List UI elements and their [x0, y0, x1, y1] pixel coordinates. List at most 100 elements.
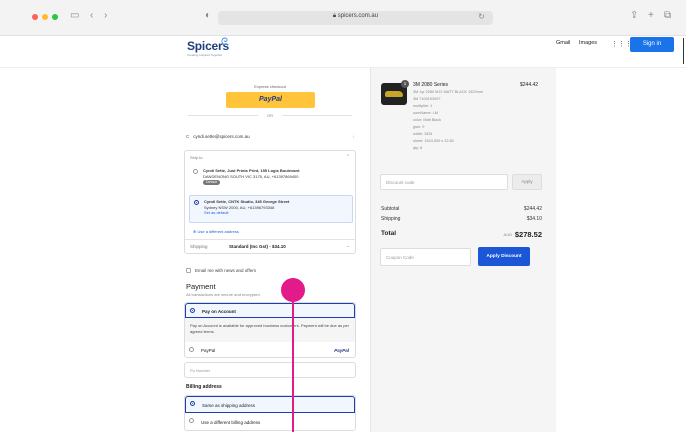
product-detail: uomName: LM	[413, 111, 438, 115]
quantity-badge: 1	[401, 80, 409, 88]
address-bar[interactable]: 🔒︎ spicers.com.au ↻	[218, 11, 493, 25]
ship-to-label: Ship to	[190, 155, 203, 160]
paypal-radio[interactable]	[189, 347, 194, 352]
subtotal-value: $244.42	[523, 206, 542, 212]
product-details: 3M 1yr 2080 M12 MATT BLACK 1520mm 3M 710…	[413, 89, 483, 152]
paypal-option[interactable]: PayPal PayPal	[185, 343, 355, 358]
apply-discount-button[interactable]: Apply Discount	[478, 247, 530, 266]
product-name: 3M 2080 Series	[413, 82, 449, 88]
billing-same-radio[interactable]	[190, 401, 195, 406]
lock-icon: 🔒︎	[332, 13, 337, 19]
po-number-field[interactable]: Po Number	[184, 362, 356, 378]
discount-code-placeholder: Discount code	[386, 180, 415, 185]
shipping-method-select[interactable]: Shipping Standard (Inc Gst) - $34.10 ⌄	[185, 239, 355, 253]
account-initial: C	[186, 134, 190, 139]
shipping-summary-label: Shipping	[381, 216, 401, 222]
product-detail: sheet: 1524.000 x 22.80	[413, 139, 454, 143]
total-row: Total AUD $278.52	[381, 230, 542, 239]
reload-icon[interactable]: ↻	[478, 12, 485, 21]
billing-different-radio[interactable]	[189, 418, 194, 423]
paypal-express-button[interactable]: PayPal	[226, 92, 315, 108]
sidebar-icon[interactable]: ▭	[70, 10, 79, 21]
forward-icon[interactable]: ›	[104, 10, 107, 21]
url-text: spicers.com.au	[337, 13, 379, 19]
account-email: cyndi.sette@spicers.com.au	[193, 134, 250, 139]
email-optin-label: Email me with news and offers	[195, 268, 256, 273]
payment-methods: Pay on Account Pay on Account is availab…	[184, 302, 356, 358]
sign-in-button[interactable]: Sign in	[630, 37, 674, 52]
address-radio[interactable]	[193, 169, 198, 174]
total-value: $278.52	[514, 230, 542, 239]
coupon-code-input[interactable]: Coupon Code	[380, 248, 471, 266]
total-label: Total	[381, 230, 397, 237]
back-icon[interactable]: ‹	[90, 10, 93, 21]
billing-options: Same as shipping address Use a different…	[184, 395, 356, 431]
address-option[interactable]: Cyndi Sette, Just Prints Print, 155 Logi…	[189, 165, 353, 191]
car-image-icon	[385, 91, 403, 97]
gmail-link[interactable]: Gmail	[556, 40, 570, 46]
more-options-icon[interactable]: ⋮	[352, 134, 357, 140]
ship-to-section: Ship to ⌃ Cyndi Sette, Just Prints Print…	[184, 150, 356, 254]
subtotal-label: Subtotal	[381, 206, 400, 212]
tab-overview-icon[interactable]: ⧉	[664, 10, 671, 21]
email-optin[interactable]: Email me with news and offers	[186, 268, 256, 273]
product-detail: 3M 1yr 2080 M12 MATT BLACK 1520mm	[413, 90, 483, 94]
apply-button[interactable]: Apply	[512, 174, 542, 190]
shipping-value: Standard (Inc Gst) - $34.10	[229, 244, 286, 249]
privacy-shield-icon[interactable]: ◐	[205, 10, 211, 21]
discount-code-input[interactable]: Discount code	[380, 174, 508, 190]
spicers-logo[interactable]: Spicers Creating Inspired Together ᘓ	[187, 37, 229, 57]
shipping-summary-value: $34.10	[526, 216, 542, 222]
new-tab-icon[interactable]: +	[648, 10, 654, 21]
images-link[interactable]: Images	[579, 40, 597, 46]
product-price: $244.42	[520, 82, 539, 88]
total-currency: AUD	[503, 232, 512, 237]
address-option-selected[interactable]: Cyndi Sette, CNTK Studio, 345 George Str…	[189, 195, 353, 223]
shipping-label: Shipping	[190, 244, 208, 249]
pay-on-account-option[interactable]: Pay on Account	[185, 303, 355, 318]
coupon-code-placeholder: Coupon Code	[386, 255, 414, 260]
apps-grid-icon[interactable]: ⋮⋮⋮	[611, 40, 632, 48]
divider	[683, 38, 684, 64]
or-divider: OR	[178, 113, 362, 118]
use-different-address-label: Use a different address	[197, 229, 239, 234]
minimize-window-icon[interactable]	[42, 14, 48, 20]
paypal-logo: PayPal	[334, 348, 349, 353]
billing-different-option[interactable]: Use a different billing address	[185, 414, 355, 430]
browser-toolbar: ▭ ‹ › ◐ 🔒︎ spicers.com.au ↻ ⇪ + ⧉	[0, 0, 686, 36]
billing-same-option[interactable]: Same as shipping address	[185, 396, 355, 413]
subtotal-row: Subtotal $244.42	[381, 206, 542, 212]
logo-tagline: Creating Inspired Together	[187, 53, 223, 57]
pay-on-account-description: Pay on Account is available for approved…	[185, 318, 355, 342]
billing-heading: Billing address	[186, 384, 222, 390]
logo-swirl-icon: ᘓ	[221, 37, 229, 48]
express-checkout-label: Express checkout	[254, 84, 286, 89]
address-radio-selected[interactable]	[194, 200, 199, 205]
product-detail: multiplier: 1	[413, 104, 433, 108]
payment-subtitle: All transactions are secure and encrypte…	[186, 292, 261, 297]
pay-on-account-label: Pay on Account	[202, 309, 236, 314]
product-detail: qty: 8	[413, 146, 423, 150]
click-target-marker	[281, 278, 305, 302]
paypal-option-label: PayPal	[201, 348, 216, 353]
payment-heading: Payment	[186, 282, 216, 291]
share-icon[interactable]: ⇪	[630, 10, 638, 21]
product-detail: gsm: 0	[413, 125, 425, 129]
chevron-up-icon[interactable]: ⌃	[346, 154, 350, 160]
close-window-icon[interactable]	[32, 14, 38, 20]
maximize-window-icon[interactable]	[52, 14, 58, 20]
use-different-address-link[interactable]: ⊕ Use a different address	[193, 229, 239, 234]
product-detail: width: 1524	[413, 132, 433, 136]
billing-same-label: Same as shipping address	[202, 403, 256, 408]
billing-different-label: Use a different billing address	[201, 420, 261, 425]
address-line2: DANDENONG SOUTH VIC 3175, AU, +613978694…	[203, 173, 299, 179]
set-default-link[interactable]: Set as default	[204, 210, 348, 216]
pay-on-account-radio[interactable]	[190, 308, 195, 313]
chevron-down-icon: ⌄	[346, 243, 350, 248]
pointer-line	[292, 300, 294, 432]
email-optin-checkbox[interactable]	[186, 268, 191, 273]
shipping-row: Shipping $34.10	[381, 216, 542, 222]
product-detail: color: Matt Black	[413, 118, 442, 122]
account-row: C cyndi.sette@spicers.com.au ⋮	[186, 134, 356, 144]
product-detail: 3M 7100193097	[413, 97, 441, 101]
